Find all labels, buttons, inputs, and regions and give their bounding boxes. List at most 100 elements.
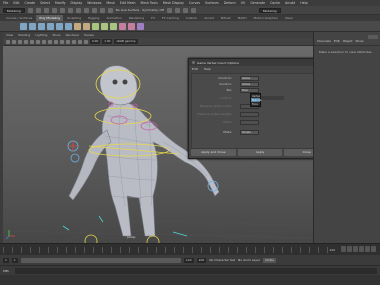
wireframe-on-shaded-icon[interactable] xyxy=(54,39,58,44)
snap-point-icon[interactable] xyxy=(107,7,113,13)
menu-arnold[interactable]: Arnold xyxy=(285,1,295,5)
menu-file[interactable]: File xyxy=(3,1,8,5)
menu-mesh[interactable]: Mesh xyxy=(107,1,115,5)
menu-windows[interactable]: Windows xyxy=(87,1,101,5)
snap-grid-icon[interactable] xyxy=(91,7,97,13)
count-on-dropdown[interactable]: Vertex xyxy=(240,76,259,81)
bevel-icon[interactable] xyxy=(101,22,108,30)
exposure-field[interactable]: 0.00 xyxy=(90,39,101,44)
menu-help[interactable]: Help xyxy=(300,1,307,5)
combine-icon[interactable] xyxy=(74,22,81,30)
count-in-dropdown[interactable]: Vertex xyxy=(240,82,259,87)
camera-attributes-icon[interactable] xyxy=(6,39,10,44)
go-to-start-icon[interactable] xyxy=(341,246,346,252)
range-slider[interactable] xyxy=(20,257,181,263)
channel-box-tab-show[interactable]: Show xyxy=(355,39,363,45)
go-to-end-icon[interactable] xyxy=(371,246,376,252)
panel-menu-view[interactable]: View xyxy=(6,33,13,37)
per-dropdown[interactable]: Face xyxy=(240,88,259,93)
panel-menu-panels[interactable]: Panels xyxy=(84,33,94,37)
redo-icon[interactable] xyxy=(59,7,65,13)
step-forward-icon[interactable] xyxy=(365,246,370,252)
dialog-title-bar[interactable]: Game Vertex Count Options × xyxy=(189,59,331,66)
play-backward-icon[interactable] xyxy=(353,246,358,252)
menu-mesh-display[interactable]: Mesh Display xyxy=(163,1,184,5)
step-back-icon[interactable] xyxy=(347,246,352,252)
popup-option-selected[interactable]: Normal xyxy=(251,98,261,102)
channel-box-tab-edit[interactable]: Edit xyxy=(334,39,340,45)
mode-dropdown[interactable]: Simple xyxy=(240,130,259,135)
menu-create[interactable]: Create xyxy=(25,1,36,5)
shadows-icon[interactable] xyxy=(72,39,76,44)
command-input[interactable] xyxy=(15,267,377,274)
menu-generate[interactable]: Generate xyxy=(250,1,265,5)
menu-curves[interactable]: Curves xyxy=(189,1,200,5)
character-set-label[interactable]: No Character Set xyxy=(209,258,235,262)
select-component-icon[interactable] xyxy=(83,7,89,13)
undo-icon[interactable] xyxy=(51,7,57,13)
live-surface-label[interactable]: No Live Surface xyxy=(116,8,140,12)
workspace-selector[interactable]: Modeling xyxy=(3,7,25,13)
gamma-field[interactable]: 1.00 xyxy=(102,39,113,44)
grid-icon[interactable] xyxy=(24,39,28,44)
menu-edit[interactable]: Edit xyxy=(13,1,19,5)
dialog-menu-help[interactable]: Help xyxy=(204,67,211,71)
poly-cylinder-icon[interactable] xyxy=(38,22,45,30)
new-scene-icon[interactable] xyxy=(27,7,33,13)
current-frame-field[interactable]: 120 xyxy=(329,248,335,252)
play-forward-icon[interactable] xyxy=(359,246,364,252)
menu-edit-mesh[interactable]: Edit Mesh xyxy=(120,1,136,5)
time-slider-ticks[interactable] xyxy=(3,247,332,253)
apply-and-close-button[interactable]: Apply and Close xyxy=(191,149,236,156)
apply-button[interactable]: Apply xyxy=(237,149,283,156)
animation-start-field[interactable]: 1 xyxy=(3,257,9,263)
popup-option[interactable]: Vertex xyxy=(251,94,260,98)
menu-select[interactable]: Select xyxy=(40,1,50,5)
resolution-gate-icon[interactable] xyxy=(36,39,40,44)
poly-plane-icon[interactable] xyxy=(65,22,72,30)
xray-icon[interactable] xyxy=(78,39,82,44)
popup-option[interactable]: Face xyxy=(251,102,260,106)
poly-sphere-icon[interactable] xyxy=(20,22,27,30)
menu-uv[interactable]: UV xyxy=(241,1,246,5)
script-language-toggle[interactable]: MEL xyxy=(3,269,15,273)
panel-menu-lighting[interactable]: Lighting xyxy=(35,33,47,37)
film-gate-icon[interactable] xyxy=(30,39,34,44)
menu-mesh-tools[interactable]: Mesh Tools xyxy=(141,1,158,5)
anim-layer-label[interactable]: No Anim Layer xyxy=(238,258,260,262)
select-object-icon[interactable] xyxy=(75,7,81,13)
color-space-dropdown[interactable]: sRGB gamma xyxy=(114,39,138,44)
channel-box-tab-channels[interactable]: Channels xyxy=(317,39,331,45)
poly-cone-icon[interactable] xyxy=(47,22,54,30)
menu-modify[interactable]: Modify xyxy=(55,1,66,5)
render-icon[interactable] xyxy=(166,7,172,13)
poly-cube-icon[interactable] xyxy=(29,22,36,30)
textured-icon[interactable] xyxy=(60,39,64,44)
image-plane-icon[interactable] xyxy=(18,39,22,44)
lights-icon[interactable] xyxy=(66,39,70,44)
channel-box-tab-object[interactable]: Object xyxy=(343,39,353,45)
time-slider[interactable]: 120 xyxy=(0,243,380,255)
workspace-dropdown[interactable]: Modeling xyxy=(258,7,281,13)
open-scene-icon[interactable] xyxy=(35,7,41,13)
menu-display[interactable]: Display xyxy=(71,1,83,5)
separate-icon[interactable] xyxy=(83,22,90,30)
mirror-icon[interactable] xyxy=(137,22,144,30)
playback-start-field[interactable]: 1 xyxy=(11,257,18,263)
animation-end-field[interactable]: 200 xyxy=(196,257,207,263)
symmetry-label[interactable]: Symmetry: Off xyxy=(142,8,164,12)
hypershade-icon[interactable] xyxy=(190,7,196,13)
multi-cut-icon[interactable] xyxy=(119,22,126,30)
ipr-render-icon[interactable] xyxy=(174,7,180,13)
snap-curve-icon[interactable] xyxy=(99,7,105,13)
isolate-select-icon[interactable] xyxy=(84,39,88,44)
playback-end-field[interactable]: 120 xyxy=(183,257,194,263)
dialog-menu-edit[interactable]: Edit xyxy=(192,67,198,71)
bridge-icon[interactable] xyxy=(110,22,117,30)
render-settings-icon[interactable] xyxy=(182,7,188,13)
menu-deform[interactable]: Deform xyxy=(224,1,236,5)
fps-dropdown[interactable]: 24 fps xyxy=(263,257,276,263)
panel-menu-shading[interactable]: Shading xyxy=(18,33,30,37)
smooth-shade-icon[interactable] xyxy=(48,39,52,44)
panel-menu-show[interactable]: Show xyxy=(52,33,60,37)
